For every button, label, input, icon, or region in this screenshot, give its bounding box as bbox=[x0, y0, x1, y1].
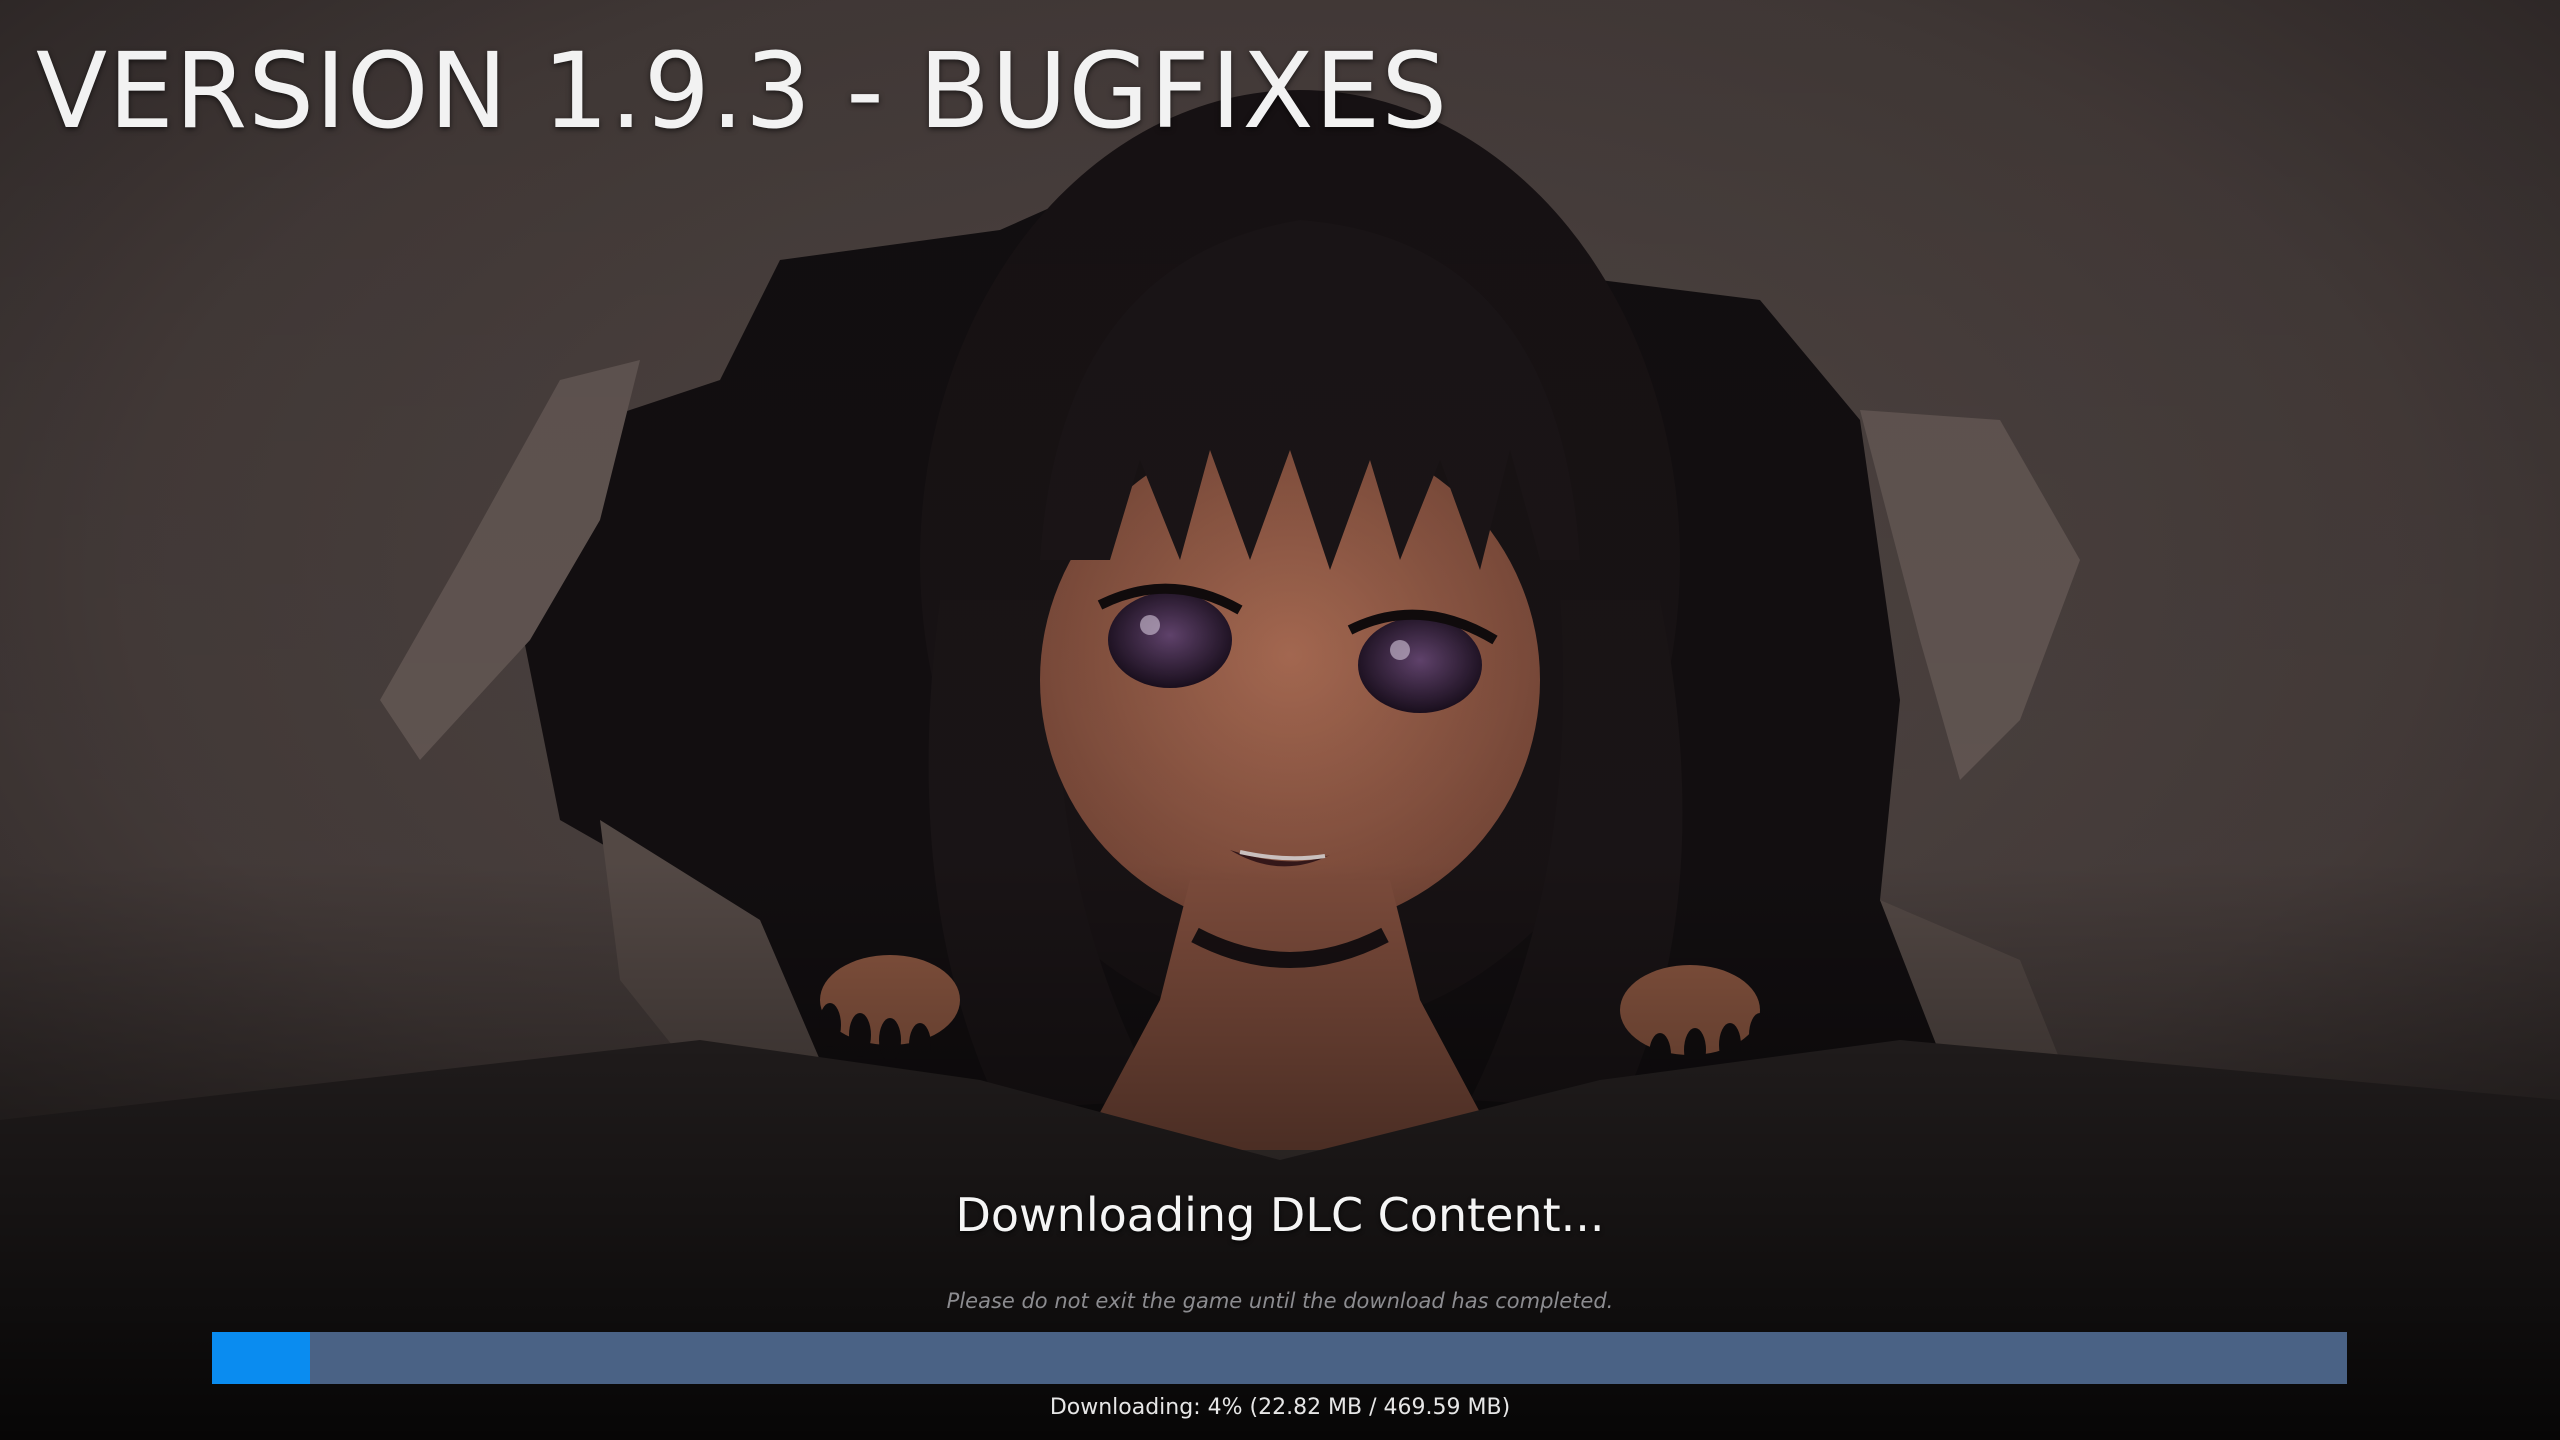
download-heading: Downloading DLC Content... bbox=[955, 1188, 1605, 1242]
download-progress-fill bbox=[212, 1332, 311, 1384]
download-warning: Please do not exit the game until the do… bbox=[946, 1289, 1614, 1313]
download-progress-text: Downloading: 4% (22.82 MB / 469.59 MB) bbox=[1049, 1395, 1511, 1420]
version-title: VERSION 1.9.3 - BUGFIXES bbox=[36, 30, 1449, 152]
download-progress-bar bbox=[212, 1332, 2347, 1384]
